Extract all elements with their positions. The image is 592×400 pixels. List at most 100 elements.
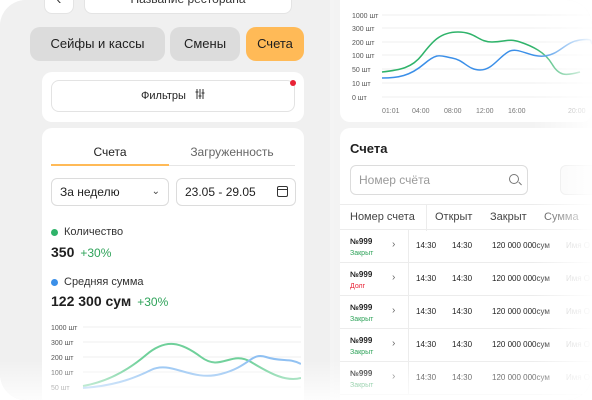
x-tick: 16:00	[508, 108, 526, 115]
table-title: Счета	[350, 141, 388, 156]
chevron-right-icon[interactable]: ›	[392, 239, 395, 250]
bill-closed: 14:30	[452, 340, 473, 349]
table-row[interactable]: №999 Закрыт › 14:30 14:30 120 000 000сум…	[340, 296, 592, 329]
row-divider	[408, 263, 409, 296]
bills-table-card: Счета Номер счёта Номер счета Открыт Зак…	[340, 128, 592, 400]
bill-sum: 120 000 000сум	[492, 340, 550, 349]
x-tick: 01:01	[382, 108, 400, 115]
bill-sum: 120 000 000сум	[492, 307, 550, 316]
bill-closed: 14:30	[452, 241, 473, 250]
chevron-right-icon[interactable]: ›	[392, 305, 395, 316]
x-tick: 12:00	[476, 108, 494, 115]
back-button[interactable]: ‹	[44, 0, 74, 14]
bill-closed: 14:30	[452, 373, 473, 382]
bill-opened: 14:30	[416, 274, 437, 283]
x-tick: 20:00	[568, 108, 586, 115]
bill-name: Имя О	[566, 340, 591, 349]
tab-load[interactable]: Загруженность	[169, 142, 295, 166]
hourly-chart-card: 1000 шт 300 шт 200 шт 100 шт 50 шт 10 шт…	[340, 0, 592, 122]
bill-opened: 14:30	[416, 307, 437, 316]
sliders-icon	[195, 81, 205, 111]
col-closed[interactable]: Закрыт	[490, 205, 527, 231]
filters-label: Фильтры	[141, 90, 186, 102]
bill-opened: 14:30	[416, 340, 437, 349]
bill-number: №999	[350, 270, 373, 279]
hourly-line-chart: 1000 шт 300 шт 200 шт 100 шт 50 шт 10 шт…	[352, 13, 592, 115]
table-filter-button[interactable]	[560, 165, 592, 195]
col-opened[interactable]: Открыт	[426, 205, 472, 231]
segment-shifts[interactable]: Смены	[170, 27, 240, 61]
chevron-right-icon[interactable]: ›	[392, 272, 395, 283]
right-panel: 1000 шт 300 шт 200 шт 100 шт 50 шт 10 шт…	[334, 0, 592, 400]
bill-number: №999	[350, 336, 373, 345]
bill-closed: 14:30	[452, 274, 473, 283]
col-number[interactable]: Номер счета	[350, 205, 415, 231]
bill-number: №999	[350, 237, 373, 246]
mini-y-tick: 100 шт	[51, 370, 74, 377]
metric-count-value: 350 +30%	[51, 244, 112, 260]
row-divider	[408, 296, 409, 329]
bill-status: Долг	[350, 283, 366, 290]
bill-closed: 14:30	[452, 307, 473, 316]
mini-y-tick: 50 шт	[51, 385, 70, 392]
segment-safes[interactable]: Сейфы и кассы	[30, 27, 165, 61]
table-body: №999 Закрыт › 14:30 14:30 120 000 000сум…	[340, 230, 592, 395]
y-tick: 50 шт	[352, 67, 371, 74]
bill-sum: 120 000 000сум	[492, 373, 550, 382]
series-avg-line	[381, 38, 592, 79]
filters-active-dot	[290, 80, 296, 86]
bills-stats-card: Счета Загруженность За неделю ⌄ 23.05 - …	[42, 128, 304, 400]
bill-status: Закрыт	[350, 250, 374, 257]
row-divider	[408, 329, 409, 362]
metric-avg-value: 122 300 сум +30%	[51, 293, 169, 309]
mini-series-count	[82, 342, 301, 387]
metric-count-delta: +30%	[80, 246, 112, 260]
chevron-right-icon[interactable]: ›	[392, 371, 395, 382]
metric-count-label: Количество	[51, 226, 123, 238]
search-icon[interactable]	[509, 174, 519, 184]
bill-name: Имя О	[566, 241, 591, 250]
period-value: За неделю	[60, 185, 120, 199]
y-tick: 0 шт	[352, 95, 367, 102]
col-sum[interactable]: Сумма	[544, 205, 579, 231]
table-header: Номер счета Открыт Закрыт Сумма	[340, 204, 592, 231]
bill-status: Закрыт	[350, 349, 374, 356]
chevron-down-icon: ⌄	[151, 186, 160, 197]
table-row[interactable]: №999 Закрыт › 14:30 14:30 120 000 000сум…	[340, 362, 592, 395]
segment-bills[interactable]: Счета	[246, 27, 304, 61]
filters-button[interactable]: Фильтры	[51, 80, 295, 112]
chevron-left-icon: ‹	[57, 0, 62, 7]
mini-y-tick: 300 шт	[51, 340, 74, 347]
row-divider	[408, 362, 409, 395]
table-row[interactable]: №999 Закрыт › 14:30 14:30 120 000 000сум…	[340, 329, 592, 362]
tab-bills[interactable]: Счета	[51, 142, 169, 166]
bill-status: Закрыт	[350, 382, 374, 389]
bill-number: №999	[350, 303, 373, 312]
date-range-value: 23.05 - 29.05	[185, 185, 256, 199]
chevron-right-icon[interactable]: ›	[392, 338, 395, 349]
bill-sum: 120 000 000сум	[492, 241, 550, 250]
restaurant-select[interactable]: Название ресторана	[84, 0, 292, 14]
blue-dot-icon	[51, 278, 58, 286]
mini-line-chart: 1000 шт 300 шт 200 шт 100 шт 50 шт	[51, 325, 301, 392]
app-frame: ‹ Название ресторана Сейфы и кассы Смены…	[0, 0, 592, 400]
bill-search-input[interactable]: Номер счёта	[350, 165, 528, 195]
bill-name: Имя О	[566, 274, 591, 283]
period-select[interactable]: За неделю ⌄	[51, 178, 169, 206]
bill-opened: 14:30	[416, 241, 437, 250]
metric-avg-delta: +30%	[137, 295, 169, 309]
x-tick: 04:00	[412, 108, 430, 115]
table-row[interactable]: №999 Долг › 14:30 14:30 120 000 000сум И…	[340, 263, 592, 296]
top-bar: ‹ Название ресторана	[44, 0, 304, 14]
mini-y-tick: 200 шт	[51, 355, 74, 362]
metric-avg-label: Средняя сумма	[51, 276, 144, 288]
y-tick: 100 шт	[352, 53, 375, 60]
green-dot-icon	[51, 228, 58, 236]
date-range-input[interactable]: 23.05 - 29.05	[176, 178, 296, 206]
series-count-line	[381, 31, 581, 76]
table-row[interactable]: №999 Закрыт › 14:30 14:30 120 000 000сум…	[340, 230, 592, 263]
bill-sum: 120 000 000сум	[492, 274, 550, 283]
bill-number: №999	[350, 369, 373, 378]
bill-name: Имя О	[566, 373, 591, 382]
y-tick: 200 шт	[352, 40, 375, 47]
